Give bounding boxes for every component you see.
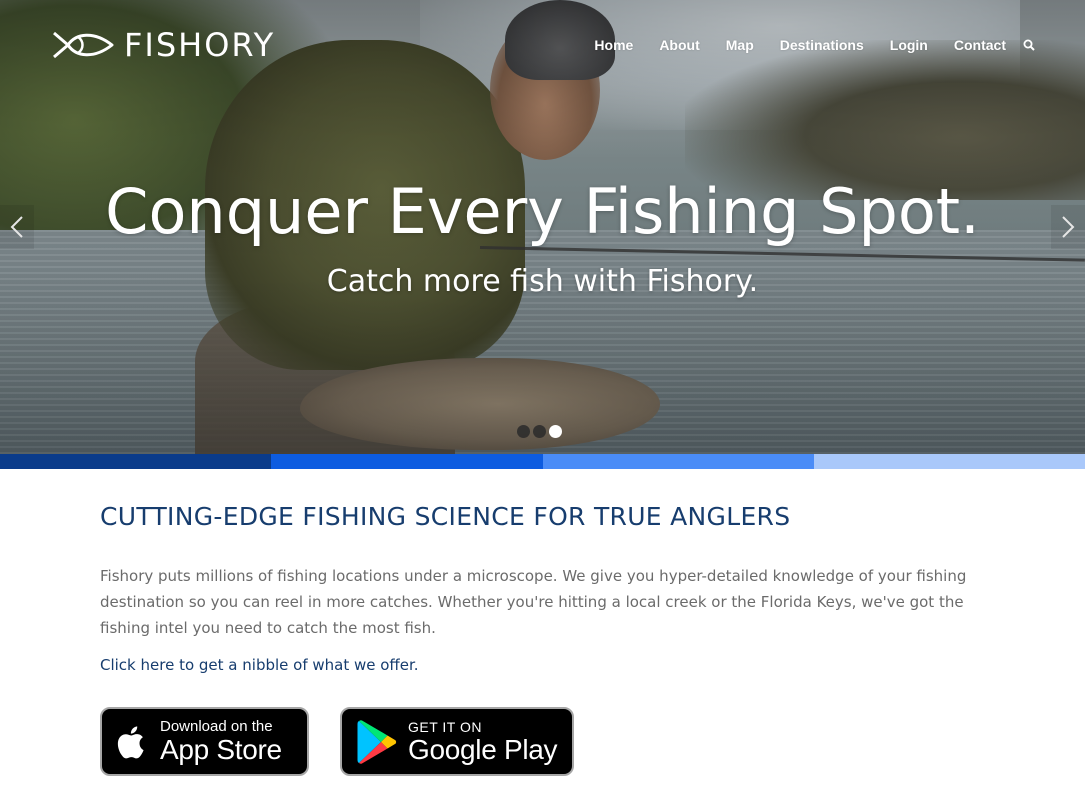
google-play-badge[interactable]: GET IT ON Google Play: [340, 707, 574, 776]
hero-subtitle: Catch more fish with Fishory.: [326, 264, 759, 299]
offer-link[interactable]: Click here to get a nibble of what we of…: [100, 654, 980, 676]
chevron-right-icon: [1062, 216, 1075, 238]
search-button[interactable]: [1023, 39, 1035, 51]
app-store-small-label: Download on the: [160, 717, 273, 735]
google-play-icon: [357, 719, 397, 764]
stripe-segment-3: [542, 454, 814, 469]
app-store-big-label: App Store: [160, 733, 282, 765]
nav-item-home[interactable]: Home: [581, 35, 646, 55]
apple-icon: [117, 725, 144, 758]
nav-item-about[interactable]: About: [646, 35, 712, 55]
section-heading: CUTTING-EDGE FISHING SCIENCE FOR TRUE AN…: [100, 502, 791, 531]
app-store-badge[interactable]: Download on the App Store: [100, 707, 309, 776]
nav-item-contact[interactable]: Contact: [941, 35, 1019, 55]
slider-dot-3[interactable]: [549, 425, 562, 438]
intro-paragraph: Fishory puts millions of fishing locatio…: [100, 567, 967, 637]
stripe-segment-1: [0, 454, 272, 469]
site-logo[interactable]: FISHORY: [50, 26, 276, 64]
nav-item-destinations[interactable]: Destinations: [767, 35, 877, 55]
slider-dot-1[interactable]: [517, 425, 530, 438]
slider-prev-button[interactable]: [0, 205, 34, 249]
brand-name: FISHORY: [124, 26, 276, 64]
main-content: CUTTING-EDGE FISHING SCIENCE FOR TRUE AN…: [100, 469, 980, 776]
search-icon: [1023, 39, 1035, 51]
nav-item-map[interactable]: Map: [713, 35, 767, 55]
slider-dot-2[interactable]: [533, 425, 546, 438]
stripe-segment-2: [271, 454, 543, 469]
app-store-text: Download on the App Store: [160, 717, 282, 765]
color-stripe: [0, 454, 1085, 469]
app-badges: Download on the App Store GET IT ON Goog…: [100, 707, 980, 776]
main-nav: Home About Map Destinations Login Contac…: [581, 35, 1035, 55]
google-play-small-label: GET IT ON: [408, 718, 482, 735]
hero-title: Conquer Every Fishing Spot.: [105, 175, 980, 248]
nav-item-login[interactable]: Login: [877, 35, 941, 55]
google-play-big-label: Google Play: [408, 733, 558, 765]
google-play-text: GET IT ON Google Play: [408, 718, 558, 765]
slider-next-button[interactable]: [1051, 205, 1085, 249]
fish-logo-icon: [53, 31, 114, 59]
stripe-segment-4: [813, 454, 1085, 469]
slider-dots: [517, 425, 562, 438]
chevron-left-icon: [10, 216, 23, 238]
hero-slider: Conquer Every Fishing Spot. Catch more f…: [0, 0, 1085, 454]
